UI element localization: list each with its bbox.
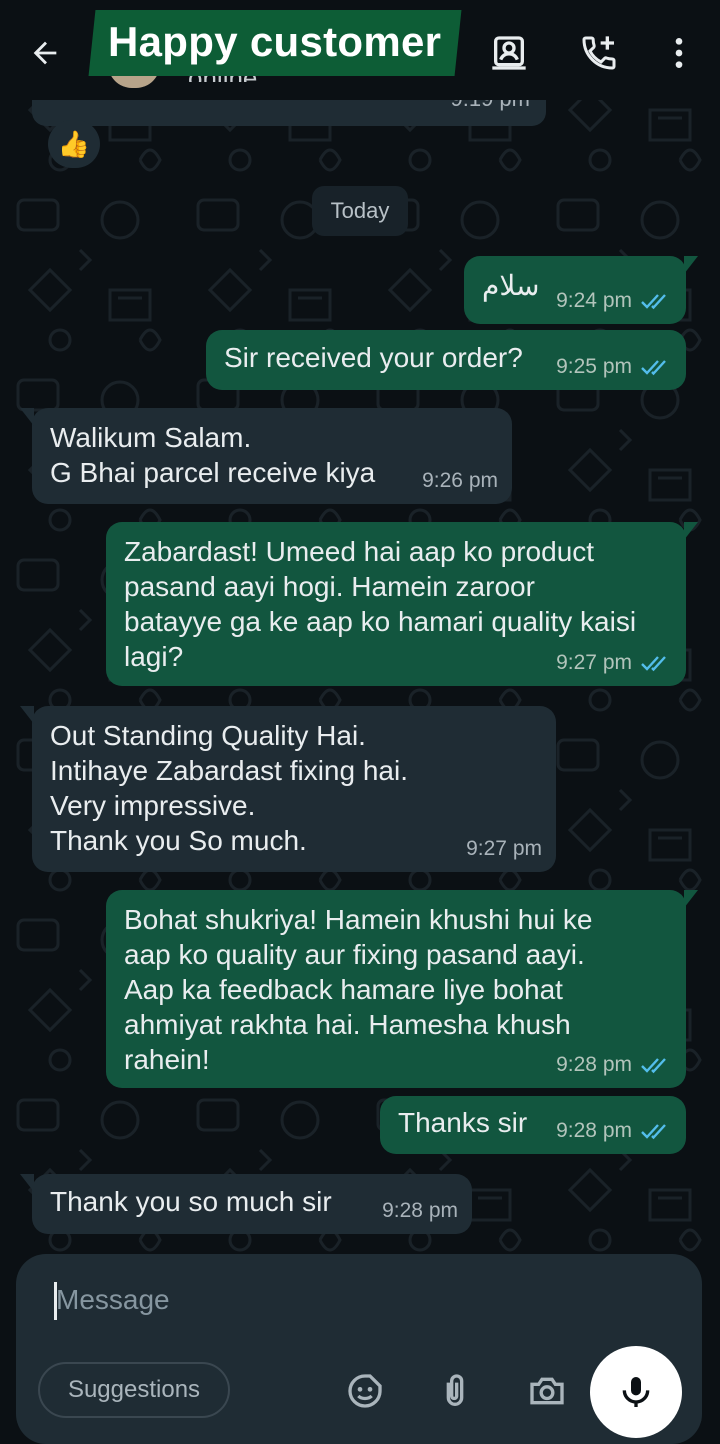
message-meta: 9:28 pm: [556, 1047, 672, 1082]
double-check-icon: [641, 359, 666, 375]
sticker-icon[interactable]: [342, 1368, 388, 1414]
message-bubble-outgoing[interactable]: Thanks sir 9:28 pm: [380, 1096, 686, 1154]
message-bubble-outgoing[interactable]: سلام 9:24 pm: [464, 256, 698, 324]
message-meta: 9:24 pm: [556, 283, 672, 318]
date-divider: Today: [312, 186, 408, 236]
message-time: 9:27 pm: [556, 651, 632, 674]
chat-header: online Happy customer: [0, 0, 720, 100]
double-check-icon: [641, 1057, 666, 1073]
message-input[interactable]: Message: [56, 1284, 170, 1316]
message-time: 9:28 pm: [556, 1119, 632, 1142]
message-time: 9:26 pm: [422, 469, 498, 492]
message-bubble-outgoing[interactable]: Zabardast! Umeed hai aap ko product pasa…: [106, 522, 698, 686]
message-time: 9:25 pm: [556, 355, 632, 378]
message-time: 9:28 pm: [382, 1199, 458, 1222]
previous-message-bubble[interactable]: 9:19 pm: [32, 86, 546, 126]
chat-title[interactable]: Happy customer: [108, 18, 441, 66]
camera-icon[interactable]: [524, 1368, 570, 1414]
message-text: Out Standing Quality Hai. Intihaye Zabar…: [50, 720, 408, 856]
thumbs-up-reaction[interactable]: 👍: [48, 120, 100, 168]
message-time: 9:27 pm: [466, 837, 542, 860]
double-check-icon: [641, 655, 666, 671]
contact-card-icon[interactable]: [486, 30, 532, 76]
mic-icon: [622, 1377, 650, 1407]
attach-icon[interactable]: [432, 1368, 478, 1414]
message-time: 9:28 pm: [556, 1053, 632, 1076]
message-bubble-outgoing[interactable]: Bohat shukriya! Hamein khushi hui ke aap…: [106, 890, 698, 1088]
message-bubble-outgoing[interactable]: Sir received your order? 9:25 pm: [206, 330, 686, 390]
message-bubble-incoming[interactable]: Out Standing Quality Hai. Intihaye Zabar…: [20, 706, 556, 872]
mic-button[interactable]: [590, 1346, 682, 1438]
add-call-icon[interactable]: [576, 30, 622, 76]
message-text: سلام: [482, 270, 540, 301]
message-meta: 9:28 pm: [556, 1113, 672, 1148]
message-meta: 9:27 pm: [556, 645, 672, 680]
message-meta: 9:27 pm: [466, 831, 542, 866]
message-text: Thanks sir: [398, 1107, 528, 1138]
message-bubble-incoming[interactable]: Walikum Salam. G Bhai parcel receive kiy…: [20, 408, 512, 504]
double-check-icon: [641, 1123, 666, 1139]
message-text: Walikum Salam. G Bhai parcel receive kiy…: [50, 422, 376, 488]
double-check-icon: [641, 293, 666, 309]
message-meta: 9:26 pm: [422, 463, 498, 498]
message-text: Bohat shukriya! Hamein khushi hui ke aap…: [124, 904, 593, 1075]
message-meta: 9:28 pm: [382, 1193, 458, 1228]
suggestions-button[interactable]: Suggestions: [38, 1362, 230, 1418]
message-bubble-incoming[interactable]: Thank you so much sir 9:28 pm: [20, 1174, 472, 1234]
message-meta: 9:25 pm: [556, 349, 672, 384]
message-text: Thank you so much sir: [50, 1186, 332, 1217]
message-time: 9:24 pm: [556, 289, 632, 312]
more-vert-icon[interactable]: [656, 30, 702, 76]
back-arrow-icon[interactable]: [22, 30, 68, 76]
message-text: Sir received your order?: [224, 342, 523, 373]
